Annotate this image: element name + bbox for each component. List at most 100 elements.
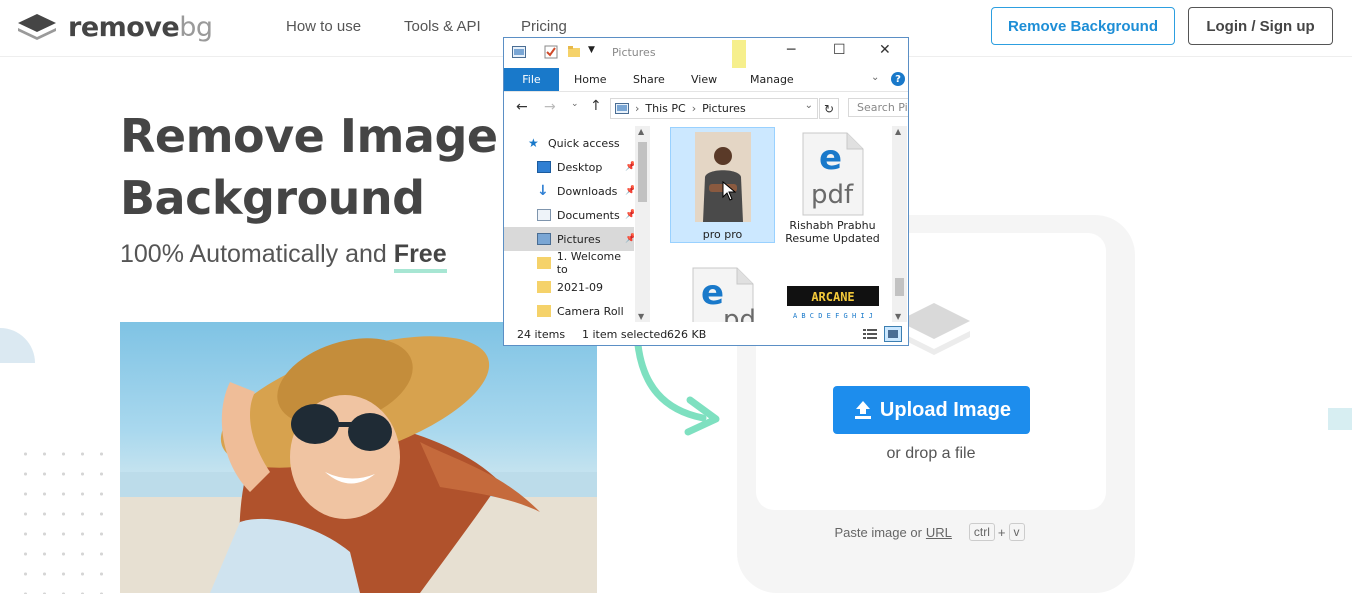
explorer-title-bar[interactable]: ▼ Pictures ─ ☐ ✕	[504, 38, 908, 68]
nav-item-desktop[interactable]: Desktop 📌	[504, 155, 634, 179]
file-item-resume-pdf[interactable]: e pdf Rishabh Prabhu Resume Updated	[780, 127, 885, 245]
scroll-up-icon[interactable]: ▲	[638, 127, 644, 136]
new-folder-icon[interactable]	[567, 45, 581, 58]
tab-file[interactable]: File	[504, 68, 559, 91]
large-icons-view-icon[interactable]	[884, 326, 902, 342]
desktop-icon	[537, 161, 551, 173]
nav-item-label: Desktop	[557, 160, 603, 174]
nav-item-documents[interactable]: Documents 📌	[504, 203, 634, 227]
file-name-line1: Rishabh Prabhu	[789, 219, 876, 232]
nav-item-label: 2021-09	[557, 280, 603, 294]
nav-item-label: Pictures	[557, 232, 601, 246]
status-item-count: 24 items	[517, 328, 566, 341]
folder-icon	[537, 257, 551, 269]
tab-share[interactable]: Share	[633, 73, 665, 86]
logo-stack-icon	[18, 14, 56, 40]
quick-access-toolbar-dropdown-icon[interactable]: ▼	[588, 45, 595, 55]
scroll-thumb[interactable]	[638, 142, 647, 202]
pin-icon[interactable]: 📌	[625, 210, 634, 220]
scroll-down-icon[interactable]: ▼	[638, 312, 644, 321]
key-ctrl: ctrl	[968, 523, 995, 541]
nav-pricing[interactable]: Pricing	[521, 18, 567, 35]
properties-check-icon[interactable]	[544, 45, 558, 59]
nav-item-2021-09[interactable]: 2021-09	[504, 275, 634, 299]
upload-image-button[interactable]: Upload Image	[833, 386, 1030, 434]
up-arrow-icon[interactable]: ↑	[590, 98, 602, 114]
decorative-half-circle	[0, 328, 35, 363]
back-arrow-icon[interactable]: ←	[516, 99, 528, 115]
font-preview-thumbnail: ARCANE A B C D E F G H I J	[786, 286, 879, 320]
refresh-icon[interactable]: ↻	[819, 98, 839, 119]
edge-pdf-file-icon: e pdf	[692, 267, 755, 322]
nav-tools-api[interactable]: Tools & API	[404, 18, 481, 35]
upload-icon	[854, 401, 871, 419]
details-view-icon[interactable]	[863, 328, 877, 340]
tab-home[interactable]: Home	[574, 73, 606, 86]
tab-manage[interactable]: Manage	[750, 73, 794, 86]
scroll-thumb[interactable]	[895, 278, 904, 296]
removebg-logo[interactable]: removebg	[16, 10, 213, 44]
address-dropdown-icon[interactable]: ⌄	[805, 100, 813, 111]
documents-icon	[537, 209, 551, 221]
minimize-icon[interactable]: ─	[787, 42, 795, 58]
file-item-arcane-font[interactable]: ARCANE A B C D E F G H I J	[780, 286, 885, 322]
nav-item-welcome-folder[interactable]: 1. Welcome to	[504, 250, 634, 276]
svg-text:e: e	[701, 273, 724, 313]
decorative-dot-grid	[16, 444, 116, 594]
maximize-icon[interactable]: ☐	[833, 42, 846, 58]
nav-item-label: Downloads	[557, 184, 618, 198]
nav-pane-scrollbar[interactable]: ▲ ▼	[635, 126, 650, 322]
key-v: v	[1008, 523, 1025, 541]
pin-icon[interactable]: 📌	[625, 234, 634, 244]
folder-icon	[537, 305, 551, 317]
recent-locations-chevron-icon[interactable]: ⌄	[571, 99, 579, 109]
scroll-up-icon[interactable]: ▲	[895, 127, 901, 136]
search-input[interactable]: Search Pi	[848, 98, 908, 117]
paste-url-link[interactable]: URL	[926, 525, 952, 540]
explorer-window-title: Pictures	[612, 46, 656, 59]
login-signup-button[interactable]: Login / Sign up	[1188, 7, 1333, 45]
forward-arrow-icon[interactable]: →	[544, 99, 556, 115]
pin-icon[interactable]: 📌	[625, 162, 634, 172]
status-size: 626 KB	[667, 328, 707, 341]
address-bar[interactable]: › This PC › Pictures ⌄	[610, 98, 818, 119]
nav-item-label: Quick access	[548, 136, 620, 150]
nav-item-label: Documents	[557, 208, 620, 222]
pictures-path-icon	[615, 103, 629, 114]
nav-item-label: Camera Roll	[557, 304, 624, 318]
breadcrumb-this-pc[interactable]: This PC	[645, 102, 685, 115]
ribbon-tabs: File Home Share View Manage ⌄ ?	[504, 68, 908, 92]
ribbon-expand-chevron-icon[interactable]: ⌄	[871, 72, 879, 83]
nav-how-to-use[interactable]: How to use	[286, 18, 361, 35]
paste-text: Paste image or	[834, 524, 922, 540]
key-plus: +	[997, 524, 1006, 540]
scroll-down-icon[interactable]: ▼	[895, 312, 901, 321]
nav-item-pictures[interactable]: Pictures 📌	[504, 227, 634, 251]
remove-background-button[interactable]: Remove Background	[991, 7, 1175, 45]
nav-item-downloads[interactable]: ↓ Downloads 📌	[504, 179, 634, 203]
file-grid: pro pro e pdf Rishabh Prabhu Resume Upda…	[652, 126, 890, 322]
nav-item-camera-roll[interactable]: Camera Roll	[504, 299, 634, 322]
star-icon: ★	[528, 136, 539, 150]
edge-pdf-file-icon: e pdf	[802, 132, 863, 216]
pictures-window-icon	[512, 46, 526, 58]
manage-context-highlight	[732, 40, 746, 68]
paste-hint: Paste image or URL ctrl + v	[756, 523, 1106, 541]
nav-item-quick-access[interactable]: ★ Quick access	[504, 131, 634, 155]
subtitle-free: Free	[393, 240, 447, 273]
drop-file-text: or drop a file	[886, 445, 976, 462]
file-grid-scrollbar[interactable]: ▲ ▼	[892, 126, 907, 322]
breadcrumb-pictures[interactable]: Pictures	[702, 102, 746, 115]
explorer-status-bar: 24 items 1 item selected 626 KB	[504, 324, 908, 345]
tab-view[interactable]: View	[691, 73, 717, 86]
pin-icon[interactable]: 📌	[625, 186, 634, 196]
subtitle-prefix: 100% Automatically and	[120, 240, 387, 268]
woman-with-hat-illustration	[120, 336, 597, 593]
file-explorer-window[interactable]: ▼ Pictures ─ ☐ ✕ File Home Share View Ma…	[503, 37, 909, 346]
file-item-pdf-2[interactable]: e pdf	[670, 266, 775, 322]
close-icon[interactable]: ✕	[879, 42, 891, 58]
help-icon[interactable]: ?	[891, 72, 905, 86]
navigation-pane: ★ Quick access Desktop 📌 ↓ Downloads 📌 D…	[504, 126, 634, 322]
decorative-square	[1328, 408, 1352, 430]
mouse-cursor-icon	[722, 181, 736, 201]
